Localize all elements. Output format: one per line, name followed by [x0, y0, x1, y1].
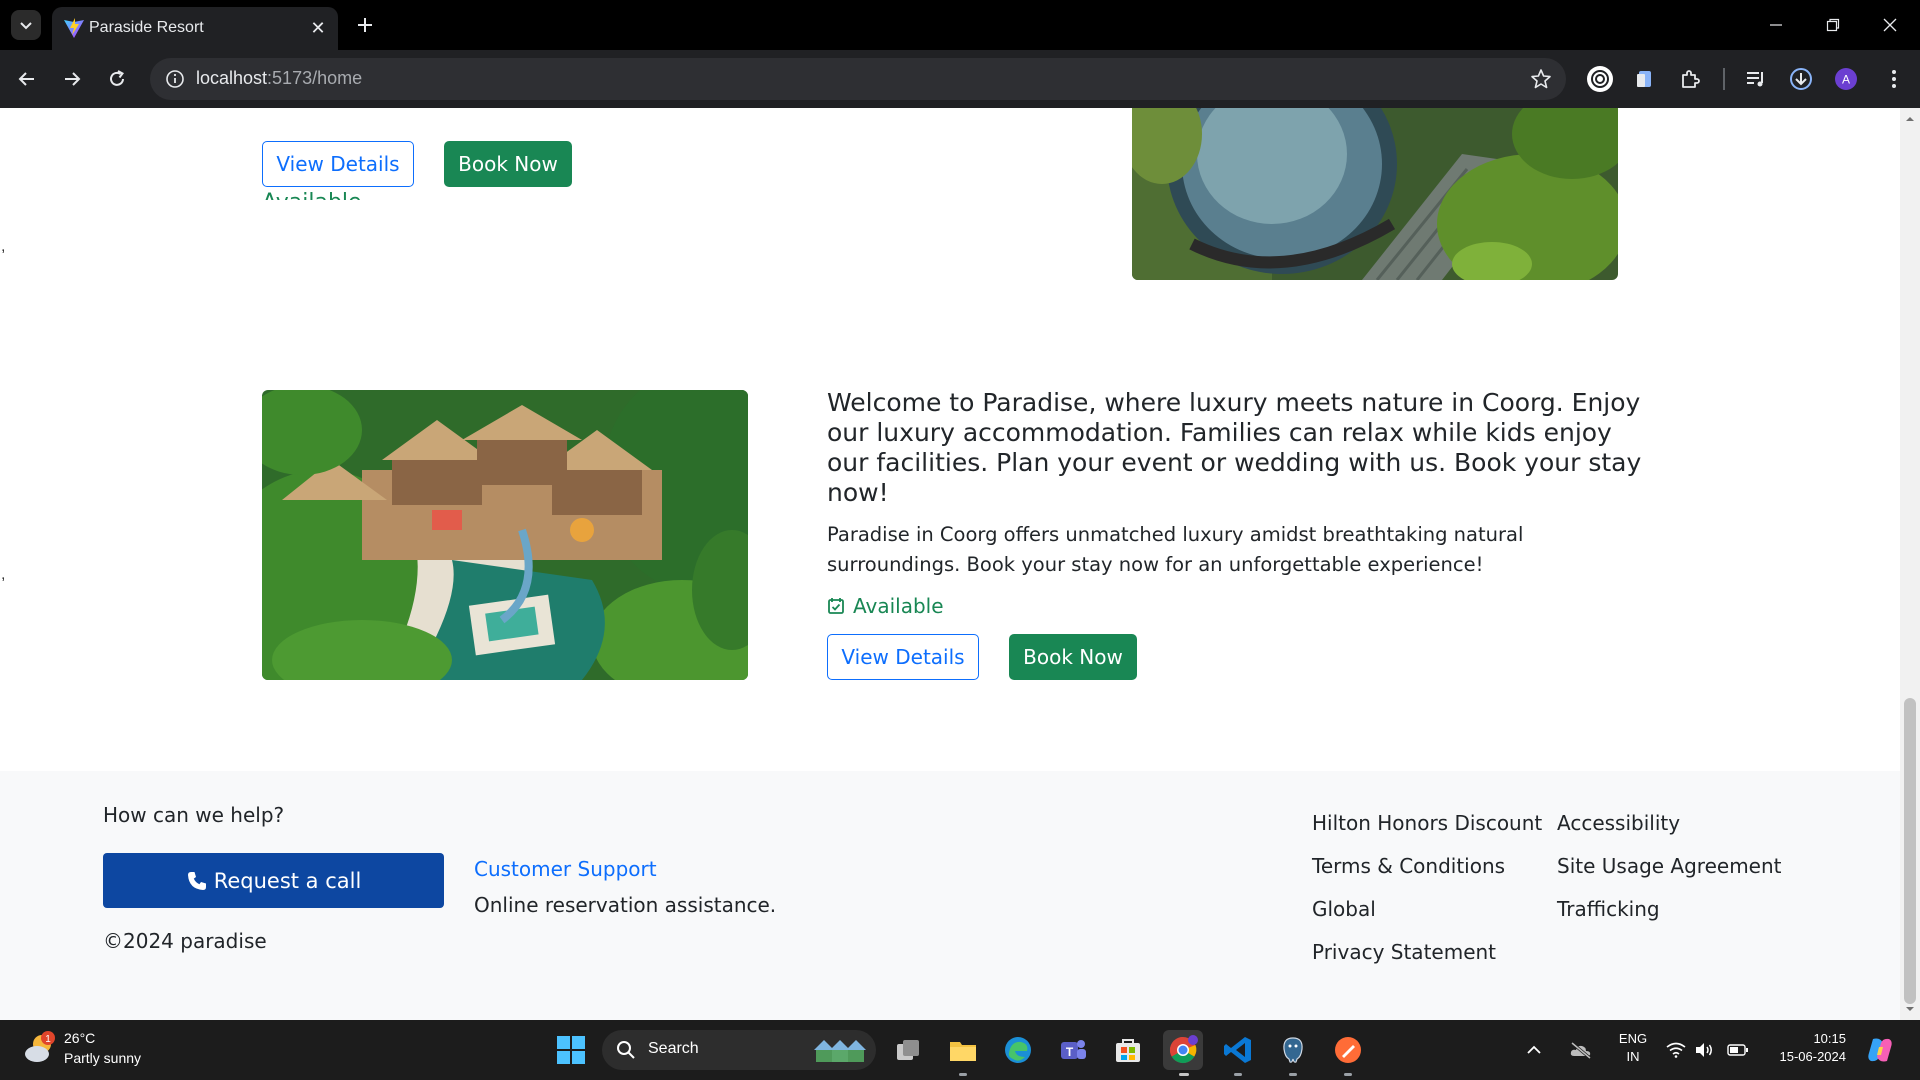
tab-title: Paraside Resort: [89, 19, 204, 36]
new-tab-icon[interactable]: [352, 12, 378, 38]
taskbar-search-box[interactable]: Search: [602, 1030, 876, 1070]
postgresql-icon[interactable]: [1275, 1032, 1311, 1068]
view-details-button[interactable]: View Details: [827, 634, 979, 680]
profile-avatar[interactable]: A: [1831, 64, 1861, 94]
close-window-icon[interactable]: [1872, 10, 1908, 40]
footer-link-site-usage-agreement[interactable]: Site Usage Agreement: [1557, 854, 1782, 878]
request-call-label: Request a call: [213, 868, 362, 893]
extension-docs-icon[interactable]: [1630, 64, 1660, 94]
partly-sunny-icon: 1: [25, 1031, 55, 1062]
tab-close-icon[interactable]: ✕: [308, 18, 328, 38]
running-indicator: [1289, 1073, 1297, 1076]
browser-menu-icon[interactable]: [1879, 64, 1909, 94]
card-title: Welcome to Paradise, where luxury meets …: [827, 388, 1642, 507]
extension-circle-icon[interactable]: [1585, 64, 1615, 94]
search-icon: [617, 1041, 635, 1059]
footer-link-terms-conditions[interactable]: Terms & Conditions: [1312, 854, 1505, 878]
back-icon[interactable]: [11, 63, 43, 95]
request-call-button[interactable]: Request a call: [103, 853, 444, 908]
svg-text:T: T: [1066, 1045, 1074, 1059]
language-indicator[interactable]: ENG IN: [1613, 1031, 1653, 1064]
weather-temperature: 26°C: [64, 1030, 96, 1046]
extensions-puzzle-icon[interactable]: [1675, 64, 1705, 94]
view-details-button[interactable]: View Details: [262, 141, 414, 187]
chrome-icon[interactable]: [1163, 1030, 1203, 1070]
running-indicator: [1234, 1073, 1242, 1076]
running-indicator: [1344, 1073, 1352, 1076]
help-heading: How can we help?: [103, 803, 285, 827]
task-view-icon[interactable]: [890, 1032, 926, 1068]
card-description: Paradise in Coorg offers unmatched luxur…: [827, 523, 1524, 576]
calendar-check-icon: [828, 598, 844, 614]
pool-photo: [1132, 108, 1618, 280]
footer-link-privacy-statement[interactable]: Privacy Statement: [1312, 940, 1496, 964]
wifi-icon[interactable]: [1664, 1032, 1688, 1068]
vscode-icon[interactable]: [1220, 1032, 1256, 1068]
book-now-button[interactable]: Book Now: [1009, 634, 1137, 680]
weather-description: Partly sunny: [64, 1050, 142, 1066]
footer-link-accessibility[interactable]: Accessibility: [1557, 811, 1680, 835]
chevron-down-icon: [20, 22, 32, 30]
restore-icon[interactable]: [1815, 10, 1851, 40]
media-control-icon[interactable]: [1741, 64, 1771, 94]
page-scrollbar[interactable]: [1900, 108, 1920, 1020]
browser-tab[interactable]: Paraside Resort ✕: [52, 7, 338, 50]
search-label: Search: [648, 1040, 699, 1057]
scroll-down-arrow-icon[interactable]: [1905, 1004, 1915, 1014]
toolbar-separator: [1723, 68, 1725, 90]
postman-icon[interactable]: [1330, 1032, 1366, 1068]
show-hidden-icons-chevron-icon[interactable]: [1524, 1032, 1544, 1068]
windows-start-icon[interactable]: [553, 1032, 589, 1068]
svg-text:A: A: [1842, 73, 1850, 87]
teams-icon[interactable]: T: [1055, 1032, 1091, 1068]
phone-icon: [187, 871, 206, 890]
tab-search-button[interactable]: [11, 10, 41, 40]
microsoft-store-icon[interactable]: [1110, 1032, 1146, 1068]
running-indicator: [1179, 1073, 1189, 1076]
availability-label-partial: Available: [262, 190, 362, 200]
minimize-icon[interactable]: [1758, 10, 1794, 40]
volume-icon[interactable]: [1692, 1032, 1716, 1068]
onedrive-offline-icon[interactable]: [1566, 1032, 1596, 1068]
site-footer: How can we help? Request a call ©2024 pa…: [0, 771, 1900, 1020]
site-info-icon[interactable]: [164, 68, 186, 90]
reload-icon[interactable]: [101, 63, 133, 95]
svg-text:1: 1: [45, 1034, 51, 1045]
url-text: localhost:5173/home: [196, 68, 363, 88]
copilot-icon[interactable]: [1862, 1032, 1898, 1068]
download-icon[interactable]: [1786, 64, 1816, 94]
footer-link-trafficking[interactable]: Trafficking: [1557, 897, 1660, 921]
clock[interactable]: 10:15 15-06-2024: [1762, 1031, 1847, 1064]
availability-label: Available: [853, 594, 944, 618]
bookmark-star-icon[interactable]: [1530, 68, 1552, 90]
running-indicator: [959, 1073, 967, 1076]
footer-link-hilton-honors-discount[interactable]: Hilton Honors Discount: [1312, 811, 1542, 835]
edge-browser-icon[interactable]: [1000, 1032, 1036, 1068]
scroll-up-arrow-icon[interactable]: [1905, 114, 1915, 124]
copyright-text: ©2024 paradise: [103, 929, 267, 953]
stray-comma: ,: [1, 566, 6, 583]
vite-logo-icon: [64, 18, 84, 38]
scrollbar-thumb[interactable]: [1904, 698, 1916, 1004]
forward-icon[interactable]: [56, 63, 88, 95]
page-viewport: Available View Details Book Now ,: [0, 108, 1900, 1020]
customer-support-description: Online reservation assistance.: [474, 893, 777, 917]
customer-support-link[interactable]: Customer Support: [474, 857, 657, 881]
browser-tab-bar: Paraside Resort ✕: [0, 0, 1920, 50]
battery-icon[interactable]: [1726, 1032, 1750, 1068]
windows-taskbar: 1 26°C Partly sunny Search T ENG IN 10:1…: [0, 1020, 1920, 1080]
resort-photo: [262, 390, 748, 680]
file-explorer-icon[interactable]: [945, 1032, 981, 1068]
footer-link-global[interactable]: Global: [1312, 897, 1376, 921]
availability-status: Available: [827, 594, 944, 618]
search-highlight-icon: [814, 1040, 866, 1062]
stray-comma: ,: [1, 238, 6, 255]
address-bar[interactable]: localhost:5173/home: [150, 58, 1566, 100]
book-now-button[interactable]: Book Now: [444, 141, 572, 187]
